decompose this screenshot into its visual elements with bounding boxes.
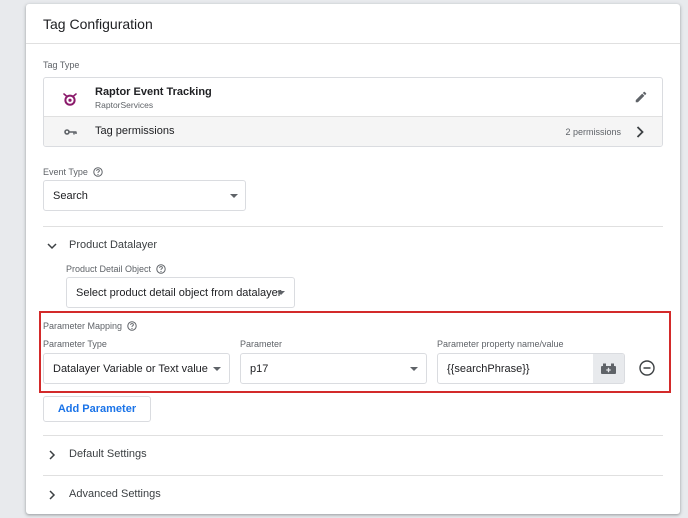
product-detail-object-value: Select product detail object from datala… xyxy=(76,287,282,299)
remove-parameter-icon[interactable] xyxy=(638,359,656,377)
variable-brick-icon xyxy=(601,363,616,374)
parameter-property-input[interactable] xyxy=(438,354,593,383)
divider xyxy=(43,226,663,227)
help-icon[interactable] xyxy=(127,321,137,331)
event-type-label: Event Type xyxy=(43,167,103,177)
tag-type-label: Tag Type xyxy=(43,60,80,70)
key-icon xyxy=(64,129,77,135)
parameter-mapping-label: Parameter Mapping xyxy=(43,321,137,331)
tag-configuration-card: Tag Configuration Tag Type Raptor Event … xyxy=(26,4,680,514)
help-icon[interactable] xyxy=(156,264,166,274)
tag-vendor: RaptorServices xyxy=(95,100,154,110)
parameter-property-field xyxy=(437,353,625,384)
chevron-right-icon xyxy=(49,450,56,460)
product-detail-object-select[interactable]: Select product detail object from datala… xyxy=(66,277,295,308)
chevron-down-icon xyxy=(410,367,418,371)
parameter-label: Parameter xyxy=(240,339,283,349)
raptor-logo-icon xyxy=(63,93,77,106)
tag-type-row[interactable]: Raptor Event Tracking RaptorServices xyxy=(44,78,662,116)
event-type-value: Search xyxy=(53,190,88,202)
default-settings-toggle[interactable]: Default Settings xyxy=(43,445,243,465)
parameter-property-label: Parameter property name/value xyxy=(437,339,564,349)
advanced-settings-label: Advanced Settings xyxy=(69,488,161,500)
event-type-select[interactable]: Search xyxy=(43,180,246,211)
chevron-right-icon xyxy=(636,126,644,138)
tag-permissions-count: 2 permissions xyxy=(565,127,621,137)
parameter-value: p17 xyxy=(250,363,269,375)
product-detail-object-label: Product Detail Object xyxy=(66,264,166,274)
chevron-down-icon xyxy=(213,367,221,371)
advanced-settings-toggle[interactable]: Advanced Settings xyxy=(43,485,243,505)
card-header: Tag Configuration xyxy=(26,4,680,44)
tag-name: Raptor Event Tracking xyxy=(95,86,212,98)
tag-permissions-row[interactable]: Tag permissions 2 permissions xyxy=(44,116,662,146)
edit-pencil-icon[interactable] xyxy=(634,90,648,104)
parameter-type-label: Parameter Type xyxy=(43,339,107,349)
product-datalayer-toggle[interactable]: Product Datalayer xyxy=(43,236,243,256)
card-title: Tag Configuration xyxy=(43,16,153,32)
tag-type-box: Raptor Event Tracking RaptorServices Tag… xyxy=(43,77,663,147)
divider xyxy=(43,475,663,476)
add-parameter-button[interactable]: Add Parameter xyxy=(43,396,151,422)
parameter-type-select[interactable]: Datalayer Variable or Text value xyxy=(43,353,230,384)
chevron-down-icon xyxy=(277,291,285,295)
chevron-right-icon xyxy=(49,490,56,500)
chevron-down-icon xyxy=(47,243,57,250)
variable-picker-button[interactable] xyxy=(593,354,624,383)
help-icon[interactable] xyxy=(93,167,103,177)
tag-permissions-label: Tag permissions xyxy=(95,125,175,137)
chevron-down-icon xyxy=(230,194,238,198)
default-settings-label: Default Settings xyxy=(69,448,147,460)
divider xyxy=(43,435,663,436)
parameter-type-value: Datalayer Variable or Text value xyxy=(53,363,208,375)
product-datalayer-label: Product Datalayer xyxy=(69,239,158,251)
parameter-select[interactable]: p17 xyxy=(240,353,427,384)
